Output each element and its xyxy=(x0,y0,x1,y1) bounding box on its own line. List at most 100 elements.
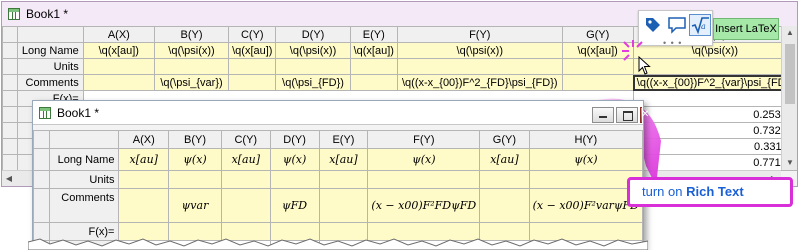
comment-cell[interactable]: \q(\psi_{var}) xyxy=(153,74,230,91)
speech-bubble-icon[interactable] xyxy=(666,14,688,36)
col-header-a[interactable]: A(X) xyxy=(82,26,155,43)
close-button[interactable] xyxy=(640,107,642,123)
row-label-units[interactable]: Units xyxy=(16,58,84,75)
row-label-long-name[interactable]: Long Name xyxy=(48,148,120,171)
comment-cell[interactable]: \q(\psi_{FD}) xyxy=(275,74,351,91)
scrollbar-thumb[interactable] xyxy=(785,44,795,104)
units-cell[interactable] xyxy=(528,170,644,189)
scroll-down-arrow-icon[interactable]: ▼ xyxy=(782,156,798,170)
row-label-comments[interactable]: Comments xyxy=(48,188,120,223)
comment-cell[interactable] xyxy=(349,74,398,91)
minimize-button[interactable] xyxy=(592,107,614,123)
row-marker[interactable] xyxy=(2,154,18,171)
units-cell[interactable] xyxy=(168,170,222,189)
row-label-comments[interactable]: Comments xyxy=(16,74,84,91)
units-cell[interactable] xyxy=(220,170,271,189)
long-name-row: Long Name x[au] ψ(x) x[au] ψ(x) x[au] ψ(… xyxy=(33,148,644,171)
long-name-cell[interactable]: \q(x[au]) xyxy=(228,42,277,59)
units-row: Units xyxy=(2,58,798,75)
row-marker[interactable] xyxy=(2,122,18,139)
units-cell[interactable] xyxy=(396,58,563,75)
screenshot-stage: Book1 * A(X) B(Y) C(Y) D(Y) E(Y) F(Y) G(… xyxy=(0,0,800,250)
workbook-icon xyxy=(39,106,51,119)
comment-cell[interactable]: ψvar xyxy=(168,188,222,223)
more-dots-icon[interactable]: • • • xyxy=(663,38,682,48)
row-marker[interactable] xyxy=(2,42,18,59)
row-marker[interactable] xyxy=(2,58,18,75)
col-header-d[interactable]: D(Y) xyxy=(269,130,320,149)
comment-cell[interactable]: (x − x00)F²FDψFD xyxy=(367,188,481,223)
col-header-b[interactable]: B(Y) xyxy=(153,26,230,43)
col-header-f[interactable]: F(Y) xyxy=(396,26,563,43)
long-name-cell[interactable]: x[au] xyxy=(479,148,530,171)
col-header-c[interactable]: C(Y) xyxy=(220,130,271,149)
callout-emphasis: Rich Text xyxy=(686,184,744,199)
row-marker[interactable] xyxy=(2,90,18,107)
long-name-cell[interactable]: ψ(x) xyxy=(367,148,481,171)
col-header-d[interactable]: D(Y) xyxy=(275,26,351,43)
long-name-cell[interactable]: \q(\psi(x)) xyxy=(153,42,230,59)
col-header-a[interactable]: A(X) xyxy=(118,130,170,149)
maximize-button[interactable] xyxy=(616,107,638,123)
units-cell[interactable] xyxy=(153,58,230,75)
row-marker[interactable] xyxy=(2,138,18,155)
comments-row: Comments ψvar ψFD (x − x00)F²FDψFD (x − … xyxy=(33,188,644,223)
long-name-cell[interactable]: x[au] xyxy=(318,148,369,171)
long-name-cell[interactable]: ψ(x) xyxy=(168,148,222,171)
comment-cell[interactable] xyxy=(479,188,530,223)
column-header-row: A(X) B(Y) C(Y) D(Y) E(Y) F(Y) G(Y) H(Y) xyxy=(33,130,644,149)
long-name-cell[interactable]: \q(x[au]) xyxy=(82,42,155,59)
units-cell[interactable] xyxy=(82,58,155,75)
units-cell[interactable] xyxy=(367,170,481,189)
comment-cell[interactable] xyxy=(318,188,369,223)
rich-text-callout: turn on Rich Text xyxy=(627,177,793,207)
row-label-units[interactable]: Units xyxy=(48,170,120,189)
units-cell[interactable] xyxy=(275,58,351,75)
units-cell[interactable] xyxy=(318,170,369,189)
scroll-left-arrow-icon[interactable]: ◀ xyxy=(2,171,16,187)
col-header-b[interactable]: B(Y) xyxy=(168,130,222,149)
scroll-up-arrow-icon[interactable]: ▲ xyxy=(782,26,798,40)
long-name-cell[interactable]: ψ(x) xyxy=(528,148,644,171)
units-cell[interactable] xyxy=(118,170,170,189)
comment-cell[interactable] xyxy=(220,188,271,223)
units-cell[interactable] xyxy=(479,170,530,189)
comment-cell[interactable] xyxy=(228,74,277,91)
units-cell[interactable] xyxy=(632,58,798,75)
front-worksheet-grid: A(X) B(Y) C(Y) D(Y) E(Y) F(Y) G(Y) H(Y) … xyxy=(33,130,644,250)
units-cell[interactable] xyxy=(349,58,398,75)
units-cell[interactable] xyxy=(269,170,320,189)
tag-icon[interactable] xyxy=(642,14,664,36)
long-name-cell[interactable]: \q(\psi(x)) xyxy=(275,42,351,59)
long-name-cell[interactable]: \q(\psi(x)) xyxy=(396,42,563,59)
long-name-cell[interactable]: x[au] xyxy=(118,148,170,171)
col-header-c[interactable]: C(Y) xyxy=(228,26,277,43)
click-sparkle-icon xyxy=(622,40,643,61)
col-header-f[interactable]: F(Y) xyxy=(367,130,481,149)
col-header-h[interactable]: H(Y) xyxy=(528,130,644,149)
row-label-long-name[interactable]: Long Name xyxy=(16,42,84,59)
comment-cell[interactable] xyxy=(82,74,155,91)
corner-cell[interactable] xyxy=(33,130,50,149)
comment-cell[interactable]: \q((x-x_{00})F^2_{FD}\psi_{FD}) xyxy=(396,74,563,91)
front-title-bar[interactable]: Book1 * xyxy=(33,101,643,125)
long-name-cell[interactable]: x[au] xyxy=(220,148,271,171)
col-header-e[interactable]: E(Y) xyxy=(349,26,398,43)
square-root-icon[interactable]: a xyxy=(689,14,711,36)
row-marker[interactable] xyxy=(33,188,50,223)
units-cell[interactable] xyxy=(228,58,277,75)
row-marker[interactable] xyxy=(33,170,50,189)
row-marker[interactable] xyxy=(2,106,18,123)
row-header-spacer xyxy=(48,130,120,149)
comment-cell[interactable]: (x − x00)F²varψFD xyxy=(528,188,644,223)
col-header-e[interactable]: E(Y) xyxy=(318,130,369,149)
col-header-g[interactable]: G(Y) xyxy=(479,130,530,149)
corner-cell[interactable] xyxy=(2,26,18,43)
row-marker[interactable] xyxy=(2,74,18,91)
row-marker[interactable] xyxy=(33,148,50,171)
comment-cell[interactable]: ψFD xyxy=(269,188,320,223)
vertical-scrollbar[interactable]: ▲ ▼ xyxy=(781,26,797,170)
long-name-cell[interactable]: \q(x[au]) xyxy=(349,42,398,59)
comment-cell[interactable] xyxy=(118,188,170,223)
long-name-cell[interactable]: ψ(x) xyxy=(269,148,320,171)
